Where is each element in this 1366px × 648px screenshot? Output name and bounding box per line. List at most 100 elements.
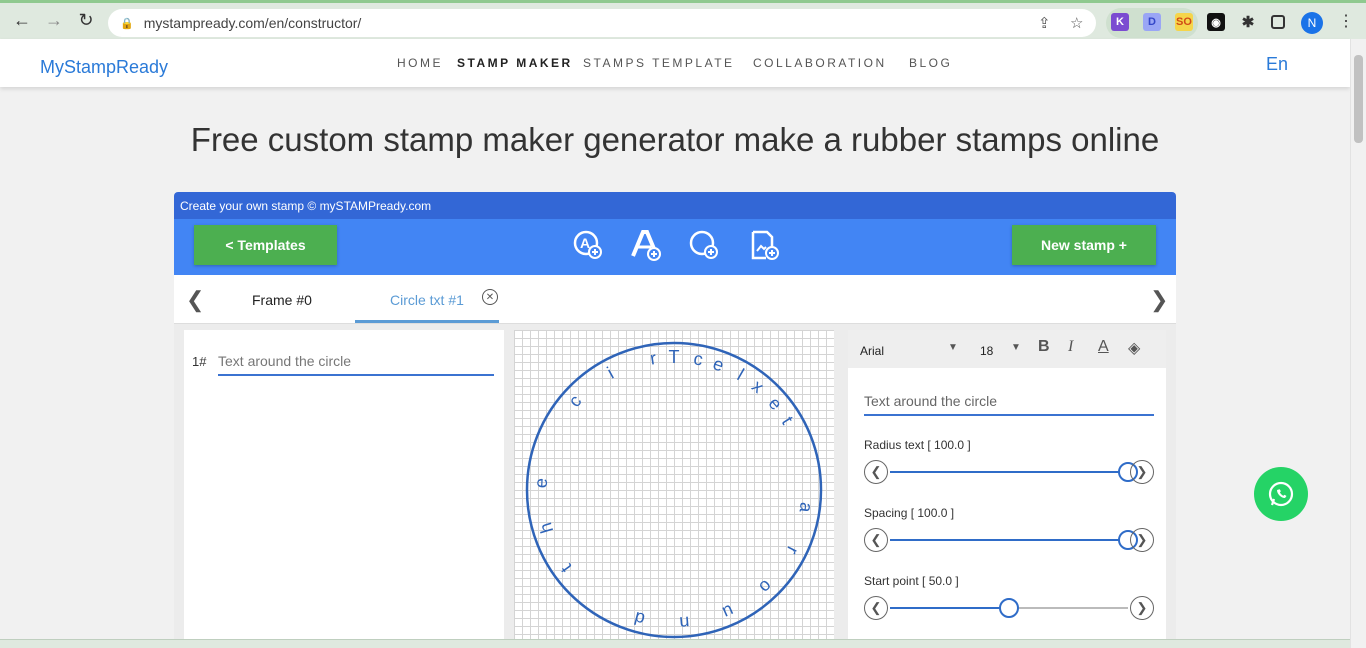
stamp-letter: e	[710, 353, 726, 375]
start-point-slider[interactable]: ❮ ❯	[864, 596, 1154, 622]
stamp-letter: t	[778, 413, 798, 428]
active-tab-indicator	[355, 320, 499, 323]
stamp-preview: Textaroundthecir cle	[525, 341, 823, 639]
extension-icon-1[interactable]: K	[1111, 13, 1129, 31]
spacing-track[interactable]	[890, 530, 1138, 550]
font-family-select[interactable]: Arial	[860, 344, 884, 358]
forward-icon[interactable]: →	[38, 4, 70, 36]
stamp-letter: o	[755, 576, 776, 597]
new-stamp-button[interactable]: New stamp +	[1012, 225, 1156, 265]
page-title: Free custom stamp maker generator make a…	[190, 121, 1160, 158]
add-circle-text-icon[interactable]: A	[572, 229, 604, 261]
row-text-input[interactable]	[218, 348, 494, 376]
back-icon[interactable]: ←	[6, 4, 38, 36]
stamp-letter: T	[669, 347, 680, 367]
size-dropdown-icon[interactable]: ▼	[1011, 342, 1021, 353]
font-dropdown-icon[interactable]: ▼	[948, 342, 958, 353]
font-toolbar: Arial ▼ 18 ▼ B I A ◈	[848, 330, 1166, 368]
circular-text: Textaroundthecir cle	[531, 347, 817, 633]
spacing-label: Spacing [ 100.0 ]	[864, 506, 955, 520]
nav-stamp-maker[interactable]: STAMP MAKER	[457, 56, 573, 70]
layer-tabs: ❮ Frame #0 Circle txt #1 ✕ ❯	[174, 275, 1176, 324]
start-decrease-icon[interactable]: ❮	[864, 596, 888, 620]
stamp-letter: e	[531, 478, 551, 489]
radius-increase-icon[interactable]: ❯	[1130, 460, 1154, 484]
start-point-label: Start point [ 50.0 ]	[864, 574, 959, 588]
svg-text:A: A	[580, 235, 590, 251]
templates-button[interactable]: < Templates	[194, 225, 337, 265]
site-header: MyStampReady HOME STAMP MAKER STAMPS TEM…	[0, 39, 1350, 87]
site-logo[interactable]: MyStampReady	[40, 57, 168, 78]
sidepanel-icon[interactable]	[1271, 15, 1285, 29]
radius-slider[interactable]: ❮ ❯	[864, 460, 1154, 486]
add-circle-icon[interactable]	[688, 229, 720, 261]
page-scrollbar[interactable]	[1350, 39, 1366, 648]
stamp-letter: l	[734, 365, 747, 384]
stamp-letter: d	[632, 608, 647, 630]
stamp-letter: c	[692, 348, 704, 369]
start-thumb[interactable]	[999, 598, 1019, 618]
taskbar-strip	[0, 639, 1350, 648]
stamp-constructor: Create your own stamp © mySTAMPready.com…	[174, 192, 1176, 648]
extension-icon-3[interactable]: SO	[1175, 13, 1193, 31]
tabs-next-icon[interactable]: ❯	[1150, 287, 1168, 313]
share-icon[interactable]: ⇪	[1038, 14, 1051, 32]
constructor-toolbar: < Templates A New stamp +	[174, 219, 1176, 275]
stamp-canvas[interactable]: Textaroundthecircle	[514, 330, 834, 648]
radius-label: Radius text [ 100.0 ]	[864, 438, 971, 452]
stamp-letter: i	[604, 363, 617, 382]
browser-toolbar: ← → ↻ 🔒 mystampready.com/en/constructor/…	[0, 0, 1366, 39]
stamp-letter: a	[795, 501, 816, 515]
extension-icon-4[interactable]: ◉	[1207, 13, 1225, 31]
tab-frame[interactable]: Frame #0	[252, 292, 312, 308]
nav-collaboration[interactable]: COLLABORATION	[753, 56, 887, 70]
spacing-slider[interactable]: ❮ ❯	[864, 528, 1154, 554]
nav-blog[interactable]: BLOG	[909, 56, 952, 70]
properties-panel: Arial ▼ 18 ▼ B I A ◈ Radius text [ 100.0…	[848, 330, 1166, 648]
bookmark-star-icon[interactable]: ☆	[1070, 14, 1083, 32]
circle-text-input[interactable]	[864, 388, 1154, 416]
tabs-prev-icon[interactable]: ❮	[186, 287, 204, 313]
language-selector[interactable]: En	[1266, 54, 1288, 75]
radius-decrease-icon[interactable]: ❮	[864, 460, 888, 484]
font-size-select[interactable]: 18	[980, 344, 993, 358]
row-number: 1#	[192, 354, 207, 369]
add-text-icon[interactable]	[630, 229, 662, 261]
start-increase-icon[interactable]: ❯	[1130, 596, 1154, 620]
spacing-increase-icon[interactable]: ❯	[1130, 528, 1154, 552]
menu-icon[interactable]: ⋮	[1338, 11, 1354, 31]
puzzle-icon[interactable]: ✱	[1239, 13, 1257, 31]
reload-icon[interactable]: ↻	[70, 4, 102, 36]
stamp-circle	[525, 341, 823, 639]
add-image-icon[interactable]	[748, 229, 780, 261]
stamp-letter: x	[748, 376, 768, 397]
bold-icon[interactable]: B	[1038, 338, 1050, 356]
lock-icon: 🔒	[120, 17, 134, 30]
start-track[interactable]	[890, 598, 1128, 618]
spacing-decrease-icon[interactable]: ❮	[864, 528, 888, 552]
italic-icon[interactable]: I	[1068, 338, 1073, 356]
constructor-workspace: 1# Textaroundthecircle Arial ▼ 18 ▼ B I …	[174, 324, 1176, 648]
fill-color-icon[interactable]: ◈	[1128, 338, 1140, 358]
radius-track[interactable]	[890, 462, 1138, 482]
profile-avatar[interactable]: N	[1301, 12, 1323, 34]
text-color-icon[interactable]: A	[1098, 338, 1109, 356]
whatsapp-chat-button[interactable]	[1254, 467, 1308, 521]
stamp-letter: u	[720, 601, 737, 623]
tab-circle-text[interactable]: Circle txt #1	[390, 292, 464, 308]
text-rows-panel: 1#	[184, 330, 504, 648]
scrollbar-thumb[interactable]	[1354, 55, 1363, 143]
url-text: mystampready.com/en/constructor/	[143, 15, 362, 31]
stamp-letter: n	[679, 612, 691, 633]
nav-home[interactable]: HOME	[397, 56, 443, 70]
stamp-letter: h	[535, 520, 557, 535]
close-tab-icon[interactable]: ✕	[482, 289, 498, 305]
address-bar[interactable]: 🔒 mystampready.com/en/constructor/ ⇪ ☆	[108, 9, 1096, 37]
stamp-letter: t	[557, 560, 576, 576]
stamp-letter: r	[782, 543, 803, 557]
constructor-caption: Create your own stamp © mySTAMPready.com	[174, 192, 1176, 219]
nav-stamps-template[interactable]: STAMPS TEMPLATE	[583, 56, 735, 70]
extension-icon-2[interactable]: D	[1143, 13, 1161, 31]
whatsapp-icon	[1268, 481, 1294, 507]
stamp-letter: r	[649, 348, 658, 369]
